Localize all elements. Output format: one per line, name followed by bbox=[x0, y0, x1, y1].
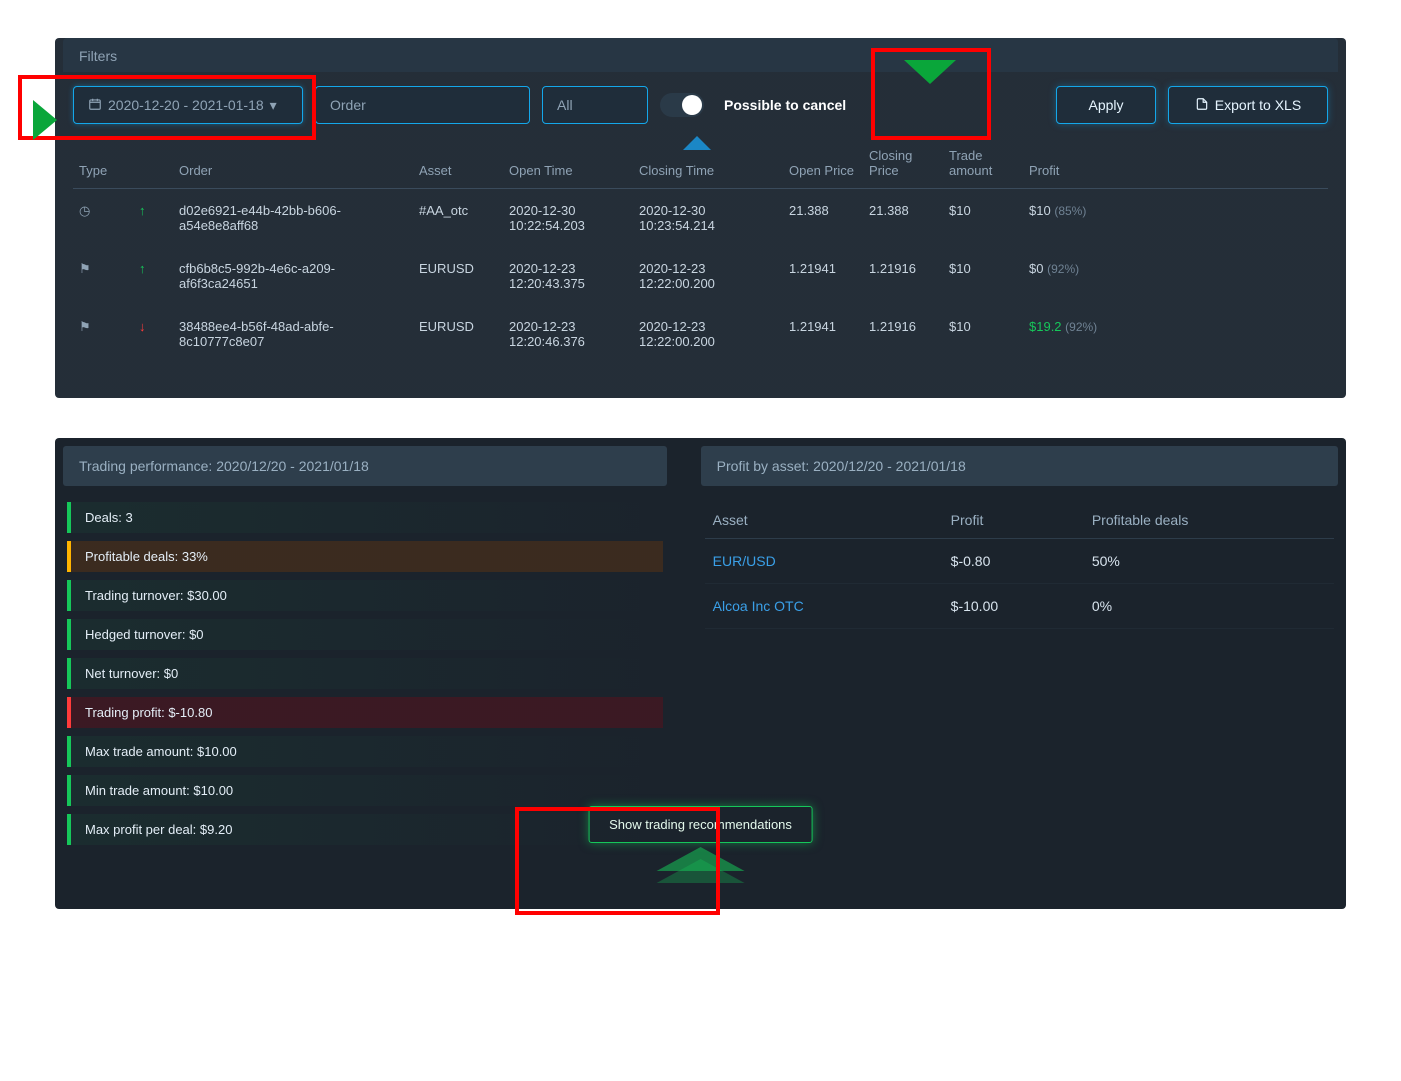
cell-closing-price: 1.21916 bbox=[863, 305, 943, 363]
trade-type-icon: ⚑ bbox=[73, 305, 133, 363]
arrow-up-stack-icon bbox=[588, 847, 813, 887]
cell-open-price: 1.21941 bbox=[783, 247, 863, 305]
cell-asset: EURUSD bbox=[413, 247, 503, 305]
file-xls-icon bbox=[1195, 97, 1209, 114]
possible-to-cancel-label: Possible to cancel bbox=[724, 97, 846, 113]
stat-row: Net turnover: $0 bbox=[67, 658, 663, 689]
cell-asset-profit: $-10.00 bbox=[943, 584, 1084, 629]
asset-row[interactable]: Alcoa Inc OTC$-10.000% bbox=[705, 584, 1334, 629]
cell-order: cfb6b8c5-992b-4e6c-a209-af6f3ca24651 bbox=[173, 247, 413, 305]
trade-type-icon: ⚑ bbox=[73, 247, 133, 305]
stat-row: Trading turnover: $30.00 bbox=[67, 580, 663, 611]
stat-row: Profitable deals: 33% bbox=[67, 541, 663, 572]
cell-amount: $10 bbox=[943, 305, 1023, 363]
cell-close-time: 2020-12-2312:22:00.200 bbox=[633, 305, 783, 363]
filters-title: Filters bbox=[63, 38, 1338, 72]
trade-type-icon: ◷ bbox=[73, 189, 133, 248]
trades-panel: Filters 2020-12-20 - 2021-01-18 ▾ Order … bbox=[55, 38, 1346, 398]
direction-up-icon: ↑ bbox=[133, 189, 173, 248]
direction-down-icon: ↓ bbox=[133, 305, 173, 363]
cell-asset-profit: $-0.80 bbox=[943, 539, 1084, 584]
performance-stats: Deals: 3 Profitable deals: 33% Trading tur… bbox=[55, 486, 675, 869]
stat-row: Min trade amount: $10.00 bbox=[67, 775, 663, 806]
table-row[interactable]: ⚑↑cfb6b8c5-992b-4e6c-a209-af6f3ca24651EU… bbox=[73, 247, 1328, 305]
cell-open-price: 21.388 bbox=[783, 189, 863, 248]
cell-profit: $0 (92%) bbox=[1023, 247, 1328, 305]
col-order: Order bbox=[173, 138, 413, 189]
cell-asset: #AA_otc bbox=[413, 189, 503, 248]
order-placeholder: Order bbox=[330, 97, 366, 113]
stat-row: Trading profit: $-10.80 bbox=[67, 697, 663, 728]
col-open-price: Open Price bbox=[783, 138, 863, 189]
stat-row: Deals: 3 bbox=[67, 502, 663, 533]
cell-asset-name: EUR/USD bbox=[705, 539, 943, 584]
cell-close-time: 2020-12-3010:23:54.214 bbox=[633, 189, 783, 248]
col-asset-profit: Profit bbox=[943, 502, 1084, 539]
all-filter-select[interactable]: All bbox=[542, 86, 648, 124]
cell-open-time: 2020-12-2312:20:43.375 bbox=[503, 247, 633, 305]
stat-row: Hedged turnover: $0 bbox=[67, 619, 663, 650]
cell-order: d02e6921-e44b-42bb-b606-a54e8e8aff68 bbox=[173, 189, 413, 248]
calendar-icon bbox=[88, 97, 102, 114]
cell-closing-price: 21.388 bbox=[863, 189, 943, 248]
col-asset-name: Asset bbox=[705, 502, 943, 539]
cell-asset-name: Alcoa Inc OTC bbox=[705, 584, 943, 629]
order-filter-input[interactable]: Order bbox=[315, 86, 530, 124]
export-xls-button[interactable]: Export to XLS bbox=[1168, 86, 1328, 124]
show-recommendations-button[interactable]: Show trading recommendations bbox=[588, 806, 813, 843]
stat-row: Max trade amount: $10.00 bbox=[67, 736, 663, 767]
table-row[interactable]: ◷↑d02e6921-e44b-42bb-b606-a54e8e8aff68#A… bbox=[73, 189, 1328, 248]
col-asset-deals: Profitable deals bbox=[1084, 502, 1334, 539]
possible-to-cancel-toggle[interactable] bbox=[660, 93, 704, 117]
cell-asset: EURUSD bbox=[413, 305, 503, 363]
cell-closing-price: 1.21916 bbox=[863, 247, 943, 305]
cell-close-time: 2020-12-2312:22:00.200 bbox=[633, 247, 783, 305]
cell-amount: $10 bbox=[943, 247, 1023, 305]
profit-by-asset-subpanel: Profit by asset: 2020/12/20 - 2021/01/18… bbox=[693, 438, 1346, 869]
caret-down-icon: ▾ bbox=[270, 97, 277, 114]
stat-row: Max profit per deal: $9.20 bbox=[67, 814, 663, 845]
stats-panel: Trading performance: 2020/12/20 - 2021/0… bbox=[55, 438, 1346, 909]
cell-asset-deals: 50% bbox=[1084, 539, 1334, 584]
col-open-time: Open Time bbox=[503, 138, 633, 189]
profit-by-asset-table: Asset Profit Profitable deals EUR/USD$-0… bbox=[705, 502, 1334, 629]
table-row[interactable]: ⚑↓38488ee4-b56f-48ad-abfe-8c10777c8e07EU… bbox=[73, 305, 1328, 363]
arrow-down-icon bbox=[904, 60, 956, 84]
cell-order: 38488ee4-b56f-48ad-abfe-8c10777c8e07 bbox=[173, 305, 413, 363]
performance-subpanel: Trading performance: 2020/12/20 - 2021/0… bbox=[55, 438, 675, 869]
cell-amount: $10 bbox=[943, 189, 1023, 248]
hint-arrow-up-icon bbox=[683, 136, 711, 150]
col-asset: Asset bbox=[413, 138, 503, 189]
cell-profit: $19.2 (92%) bbox=[1023, 305, 1328, 363]
apply-button[interactable]: Apply bbox=[1056, 86, 1156, 124]
col-type: Type bbox=[73, 138, 133, 189]
performance-title: Trading performance: 2020/12/20 - 2021/0… bbox=[63, 446, 667, 486]
cell-asset-deals: 0% bbox=[1084, 584, 1334, 629]
profit-by-asset-title: Profit by asset: 2020/12/20 - 2021/01/18 bbox=[701, 446, 1338, 486]
col-closing-price: Closing Price bbox=[863, 138, 943, 189]
asset-row[interactable]: EUR/USD$-0.8050% bbox=[705, 539, 1334, 584]
trades-table: Type Order Asset Open Time Closing Time … bbox=[73, 138, 1328, 363]
direction-up-icon: ↑ bbox=[133, 247, 173, 305]
date-range-picker[interactable]: 2020-12-20 - 2021-01-18 ▾ bbox=[73, 86, 303, 124]
col-amount: Trade amount bbox=[943, 138, 1023, 189]
filters-row: 2020-12-20 - 2021-01-18 ▾ Order All Poss… bbox=[55, 72, 1346, 138]
cell-open-price: 1.21941 bbox=[783, 305, 863, 363]
col-profit: Profit bbox=[1023, 138, 1328, 189]
all-label: All bbox=[557, 97, 573, 113]
arrow-right-icon bbox=[33, 100, 57, 140]
recommendations-area: Show trading recommendations bbox=[588, 806, 813, 887]
date-range-text: 2020-12-20 - 2021-01-18 bbox=[108, 97, 264, 113]
cell-open-time: 2020-12-3010:22:54.203 bbox=[503, 189, 633, 248]
cell-open-time: 2020-12-2312:20:46.376 bbox=[503, 305, 633, 363]
cell-profit: $10 (85%) bbox=[1023, 189, 1328, 248]
